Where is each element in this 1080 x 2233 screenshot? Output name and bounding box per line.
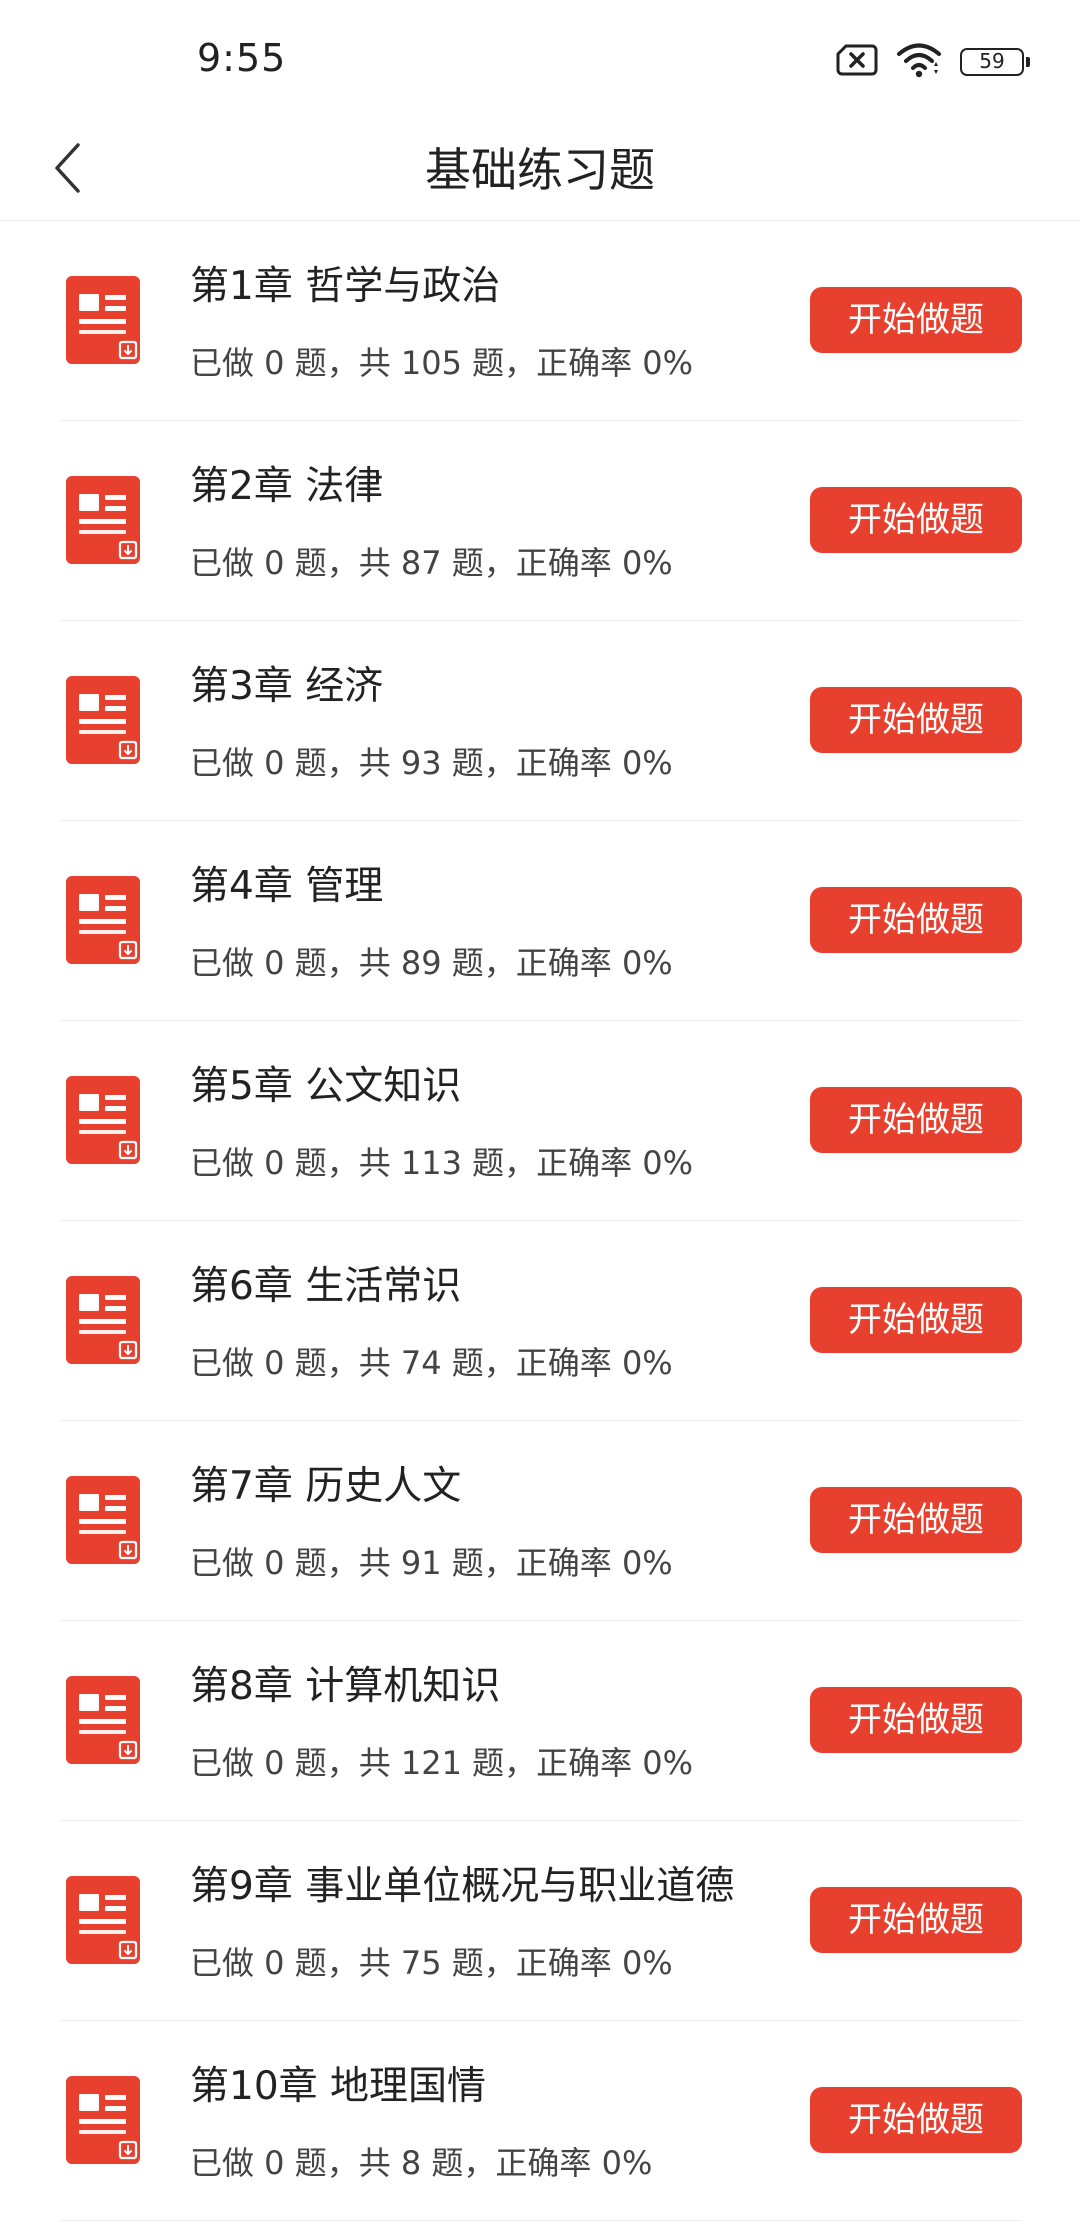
chapter-row-8[interactable]: 第8章 计算机知识 已做 0 题，共 121 题，正确率 0% 开始做题 [60,1621,1022,1821]
start-practice-button[interactable]: 开始做题 [810,887,1022,953]
exercise-book-icon [66,276,140,364]
chapter-stats: 已做 0 题，共 87 题，正确率 0% [190,544,673,582]
start-practice-button[interactable]: 开始做题 [810,1287,1022,1353]
chapter-title: 第10章 地理国情 [190,2064,487,2109]
nav-bar: 基础练习题 [0,120,1080,221]
chapter-list: 第1章 哲学与政治 已做 0 题，共 105 题，正确率 0% 开始做题 第2章… [0,221,1080,2221]
chapter-title: 第1章 哲学与政治 [190,264,501,309]
start-practice-button[interactable]: 开始做题 [810,1687,1022,1753]
page-title: 基础练习题 [425,143,655,197]
chapter-stats: 已做 0 题，共 121 题，正确率 0% [190,1744,694,1782]
chapter-title: 第7章 历史人文 [190,1464,462,1509]
chapter-stats: 已做 0 题，共 89 题，正确率 0% [190,944,673,982]
start-practice-button[interactable]: 开始做题 [810,1887,1022,1953]
wifi-icon [896,42,942,82]
chapter-stats: 已做 0 题，共 91 题，正确率 0% [190,1544,673,1582]
exercise-book-icon [66,676,140,764]
status-bar: 9:55 59 [0,0,1080,120]
chapter-title: 第2章 法律 [190,464,384,509]
chapter-stats: 已做 0 题，共 74 题，正确率 0% [190,1344,673,1382]
chapter-stats: 已做 0 题，共 75 题，正确率 0% [190,1944,673,1982]
start-practice-button[interactable]: 开始做题 [810,2087,1022,2153]
start-practice-button[interactable]: 开始做题 [810,687,1022,753]
chapter-row-6[interactable]: 第6章 生活常识 已做 0 题，共 74 题，正确率 0% 开始做题 [60,1221,1022,1421]
chapter-row-7[interactable]: 第7章 历史人文 已做 0 题，共 91 题，正确率 0% 开始做题 [60,1421,1022,1621]
chapter-stats: 已做 0 题，共 8 题，正确率 0% [190,2144,653,2182]
battery-icon: 59 [960,48,1030,76]
chapter-stats: 已做 0 题，共 113 题，正确率 0% [190,1144,694,1182]
exercise-book-icon [66,876,140,964]
chapter-title: 第6章 生活常识 [190,1264,462,1309]
chapter-stats: 已做 0 题，共 105 题，正确率 0% [190,344,694,382]
exercise-book-icon [66,2076,140,2164]
status-time: 9:55 [197,36,287,80]
chapter-row-9[interactable]: 第9章 事业单位概况与职业道德 已做 0 题，共 75 题，正确率 0% 开始做… [60,1821,1022,2021]
chapter-row-1[interactable]: 第1章 哲学与政治 已做 0 题，共 105 题，正确率 0% 开始做题 [60,221,1022,421]
chapter-title: 第8章 计算机知识 [190,1664,501,1709]
chapter-title: 第4章 管理 [190,864,384,909]
chapter-row-3[interactable]: 第3章 经济 已做 0 题，共 93 题，正确率 0% 开始做题 [60,621,1022,821]
start-practice-button[interactable]: 开始做题 [810,487,1022,553]
sim-error-icon [836,43,878,81]
exercise-book-icon [66,1676,140,1764]
start-practice-button[interactable]: 开始做题 [810,1087,1022,1153]
exercise-book-icon [66,1076,140,1164]
exercise-book-icon [66,476,140,564]
chapter-row-2[interactable]: 第2章 法律 已做 0 题，共 87 题，正确率 0% 开始做题 [60,421,1022,621]
exercise-book-icon [66,1276,140,1364]
chapter-row-10[interactable]: 第10章 地理国情 已做 0 题，共 8 题，正确率 0% 开始做题 [60,2021,1022,2221]
start-practice-button[interactable]: 开始做题 [810,287,1022,353]
status-icons: 59 [836,42,1030,82]
chapter-title: 第5章 公文知识 [190,1064,462,1109]
chapter-row-5[interactable]: 第5章 公文知识 已做 0 题，共 113 题，正确率 0% 开始做题 [60,1021,1022,1221]
exercise-book-icon [66,1876,140,1964]
chapter-title: 第3章 经济 [190,664,384,709]
chapter-stats: 已做 0 题，共 93 题，正确率 0% [190,744,673,782]
chapter-row-4[interactable]: 第4章 管理 已做 0 题，共 89 题，正确率 0% 开始做题 [60,821,1022,1021]
chapter-title: 第9章 事业单位概况与职业道德 [190,1864,735,1909]
start-practice-button[interactable]: 开始做题 [810,1487,1022,1553]
exercise-book-icon [66,1476,140,1564]
